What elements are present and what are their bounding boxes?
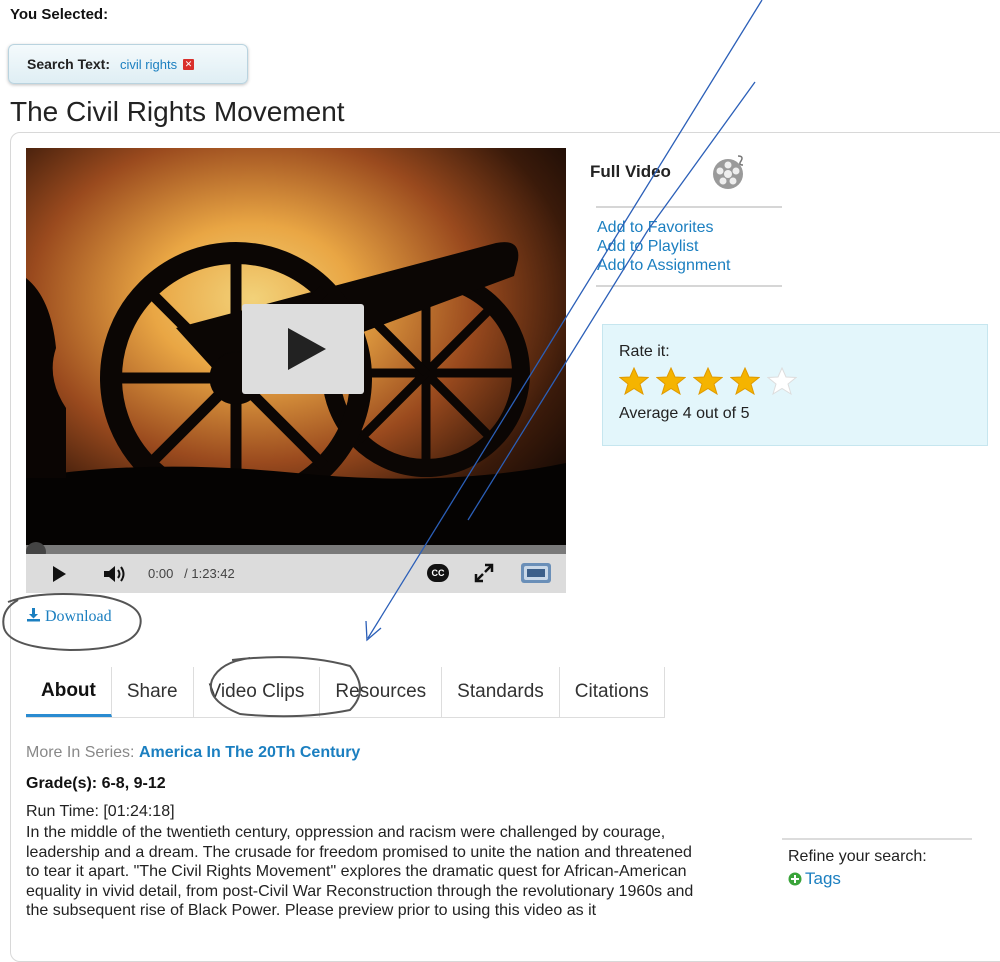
search-filter-chip: Search Text: civil rights ✕ bbox=[8, 44, 248, 84]
play-icon[interactable] bbox=[50, 564, 68, 586]
average-rating-text: Average 4 out of 5 bbox=[619, 405, 750, 422]
rating-box: Rate it: Average 4 out of 5 bbox=[602, 324, 988, 446]
tab-bar: About Share Video Clips Resources Standards C… bbox=[26, 667, 665, 718]
download-link[interactable]: Download bbox=[26, 607, 112, 626]
series-prefix: More In Series: bbox=[26, 744, 135, 761]
series-link[interactable]: America In The 20Th Century bbox=[139, 744, 360, 761]
star-rating[interactable] bbox=[619, 367, 797, 395]
tab-share[interactable]: Share bbox=[111, 667, 194, 717]
you-selected-heading: You Selected: bbox=[10, 6, 109, 23]
play-button[interactable] bbox=[242, 304, 364, 394]
volume-icon[interactable] bbox=[102, 563, 128, 585]
tags-link[interactable]: Tags bbox=[788, 869, 841, 889]
rate-it-label: Rate it: bbox=[619, 343, 670, 360]
total-time: / 1:23:42 bbox=[184, 566, 235, 581]
remove-filter-icon[interactable]: ✕ bbox=[183, 58, 195, 70]
tab-standards[interactable]: Standards bbox=[442, 667, 560, 717]
grade-levels: Grade(s): 6-8, 9-12 bbox=[26, 775, 166, 792]
download-label: Download bbox=[45, 608, 112, 625]
star-icon[interactable] bbox=[656, 367, 686, 395]
video-description: In the middle of the twentieth century, … bbox=[26, 824, 694, 919]
add-tag-icon bbox=[788, 872, 802, 886]
player-controls: 0:00 / 1:23:42 CC bbox=[26, 554, 566, 593]
fullscreen-icon[interactable] bbox=[473, 562, 495, 584]
tab-video-clips[interactable]: Video Clips bbox=[193, 667, 321, 717]
page-title: The Civil Rights Movement bbox=[10, 96, 345, 127]
video-player[interactable]: 0:00 / 1:23:42 CC bbox=[26, 148, 566, 593]
tab-resources[interactable]: Resources bbox=[320, 667, 443, 717]
time-display: 0:00 / 1:23:42 bbox=[148, 566, 235, 581]
tab-citations[interactable]: Citations bbox=[559, 667, 665, 717]
star-icon[interactable] bbox=[693, 367, 723, 395]
filter-label: Search Text: bbox=[27, 56, 110, 72]
play-icon bbox=[288, 328, 326, 370]
tags-label: Tags bbox=[805, 869, 841, 888]
full-video-label: Full Video bbox=[590, 162, 671, 181]
refine-divider bbox=[782, 838, 972, 840]
add-to-assignment-link[interactable]: Add to Assignment bbox=[597, 256, 730, 275]
tab-about[interactable]: About bbox=[26, 667, 112, 717]
current-time: 0:00 bbox=[148, 566, 174, 581]
star-icon[interactable] bbox=[767, 367, 797, 395]
add-to-favorites-link[interactable]: Add to Favorites bbox=[597, 218, 714, 237]
series-line: More In Series: America In The 20Th Cent… bbox=[26, 744, 360, 762]
refine-search-label: Refine your search: bbox=[788, 848, 927, 865]
run-time: Run Time: [01:24:18] bbox=[26, 803, 175, 820]
progress-bar[interactable] bbox=[26, 545, 566, 554]
side-divider-top bbox=[596, 206, 782, 208]
star-icon[interactable] bbox=[619, 367, 649, 395]
closed-captions-icon[interactable]: CC bbox=[427, 564, 449, 582]
film-reel-icon bbox=[713, 155, 744, 189]
star-icon[interactable] bbox=[730, 367, 760, 395]
download-icon bbox=[27, 608, 40, 622]
side-divider-bottom bbox=[596, 285, 782, 287]
filter-value: civil rights bbox=[120, 56, 178, 72]
logo-badge-icon bbox=[521, 563, 551, 583]
add-to-playlist-link[interactable]: Add to Playlist bbox=[597, 237, 698, 256]
